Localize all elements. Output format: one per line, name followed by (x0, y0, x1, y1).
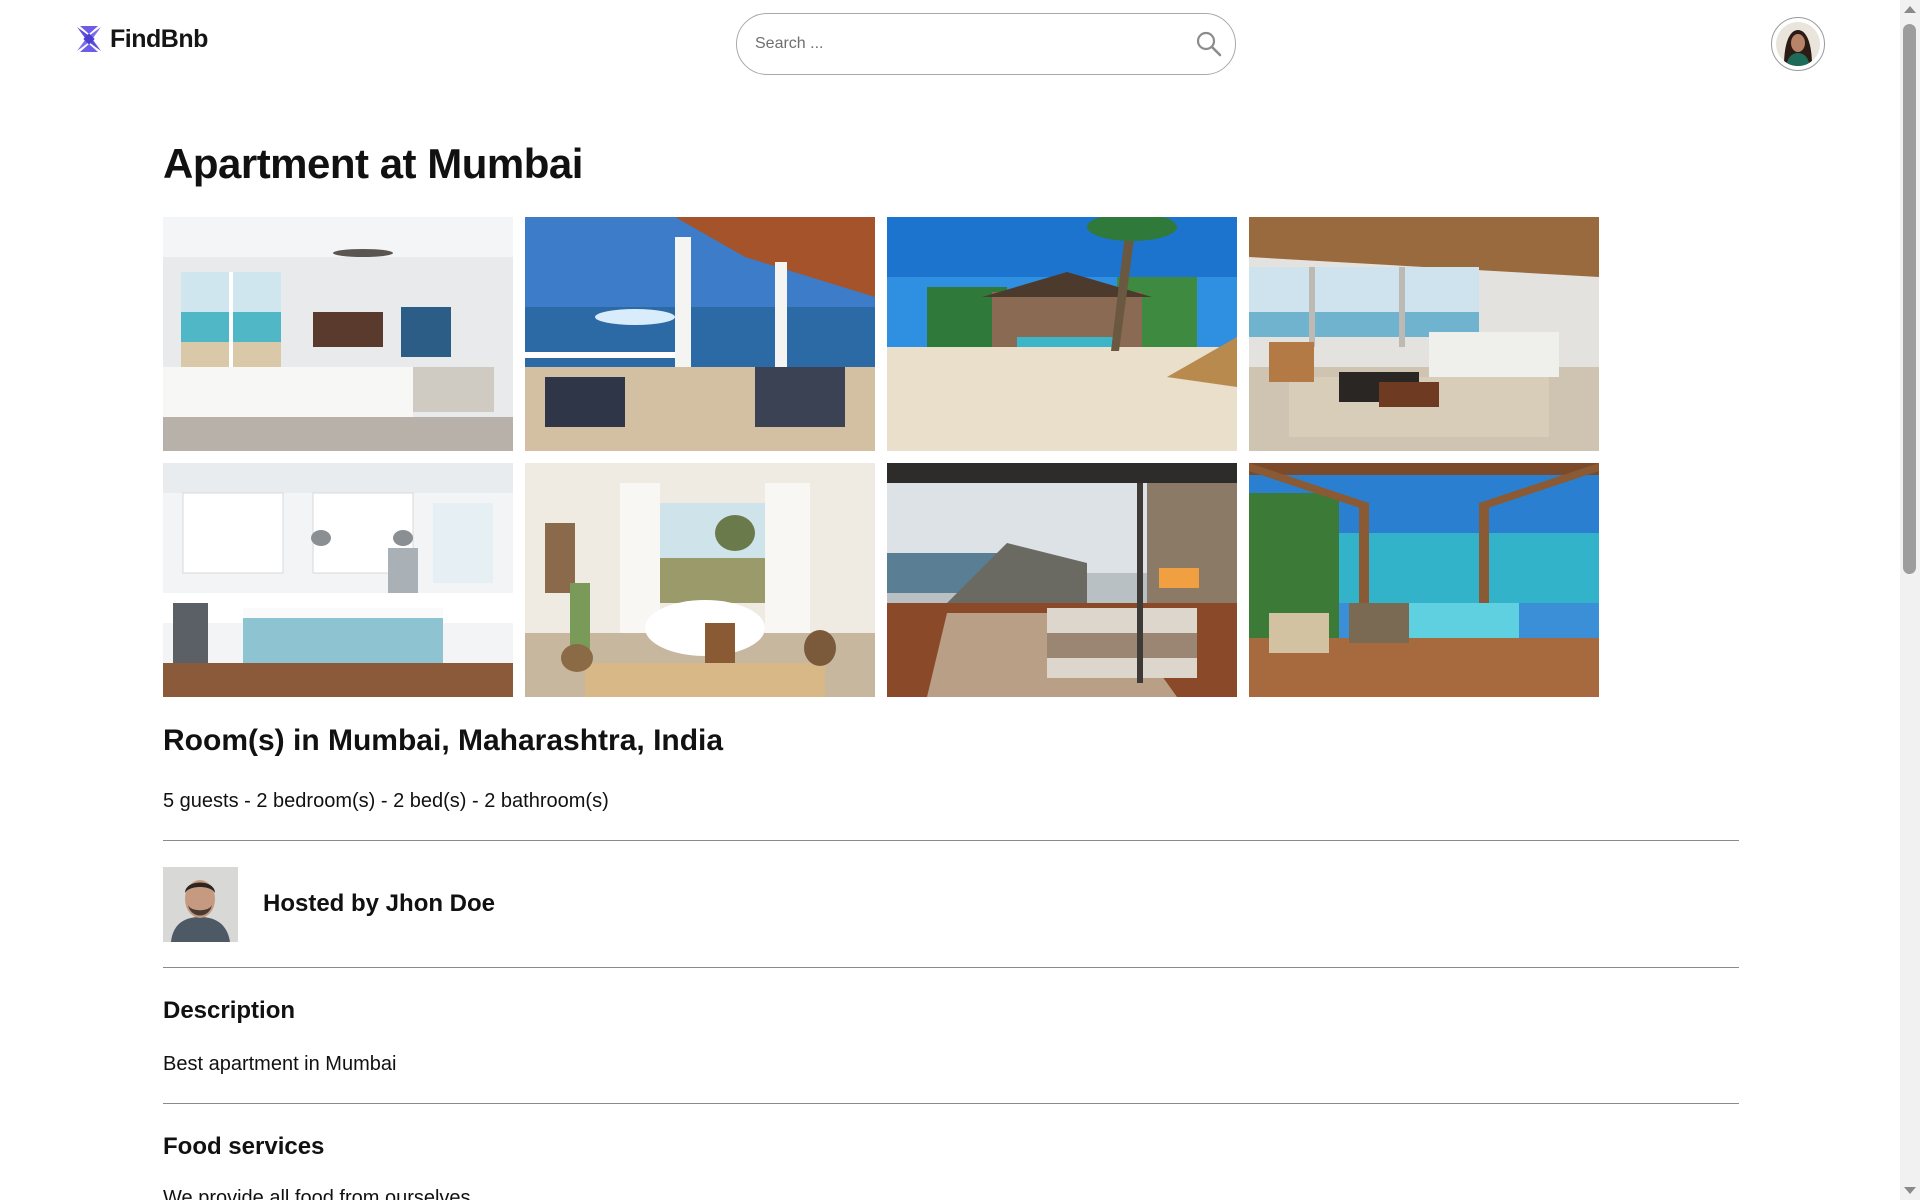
listing-summary: 5 guests - 2 bedroom(s) - 2 bed(s) - 2 b… (163, 790, 609, 812)
listing-location: Room(s) in Mumbai, Maharashtra, India (163, 724, 724, 757)
pinwheel-logo-icon (77, 26, 101, 52)
scroll-down-arrow-icon[interactable] (1904, 1187, 1916, 1194)
description-text: Best apartment in Mumbai (163, 1053, 397, 1075)
photo-beach-villa[interactable] (887, 217, 1237, 451)
page-title: Apartment at Mumbai (163, 140, 583, 187)
photo-kitchen[interactable] (163, 463, 513, 697)
search-input[interactable] (755, 14, 1175, 74)
divider (163, 967, 1739, 968)
divider (163, 1103, 1739, 1104)
scroll-thumb[interactable] (1903, 24, 1916, 574)
search-bar (736, 13, 1236, 75)
search-icon[interactable] (1195, 30, 1223, 58)
host-avatar (163, 867, 238, 942)
user-avatar[interactable] (1771, 17, 1825, 71)
scroll-up-arrow-icon[interactable] (1904, 6, 1916, 13)
photo-bathroom[interactable] (525, 463, 875, 697)
page-scrollbar[interactable] (1900, 0, 1920, 1200)
top-navbar: FindBnb (0, 0, 1900, 86)
photo-living-room[interactable] (1249, 217, 1599, 451)
photo-porch-sea[interactable] (525, 217, 875, 451)
photo-pergola-pool[interactable] (1249, 463, 1599, 697)
photo-gallery (163, 217, 1601, 697)
photo-bedroom-coast[interactable] (887, 463, 1237, 697)
brand-name: FindBnb (110, 24, 208, 53)
food-services-text: We provide all food from ourselves (163, 1187, 471, 1200)
avatar-image (1776, 22, 1820, 66)
host-name: Hosted by Jhon Doe (263, 890, 496, 917)
description-heading: Description (163, 997, 296, 1024)
brand-logo[interactable]: FindBnb (74, 24, 208, 54)
photo-bedroom-ocean[interactable] (163, 217, 513, 451)
divider (163, 840, 1739, 841)
food-services-heading: Food services (163, 1133, 325, 1160)
